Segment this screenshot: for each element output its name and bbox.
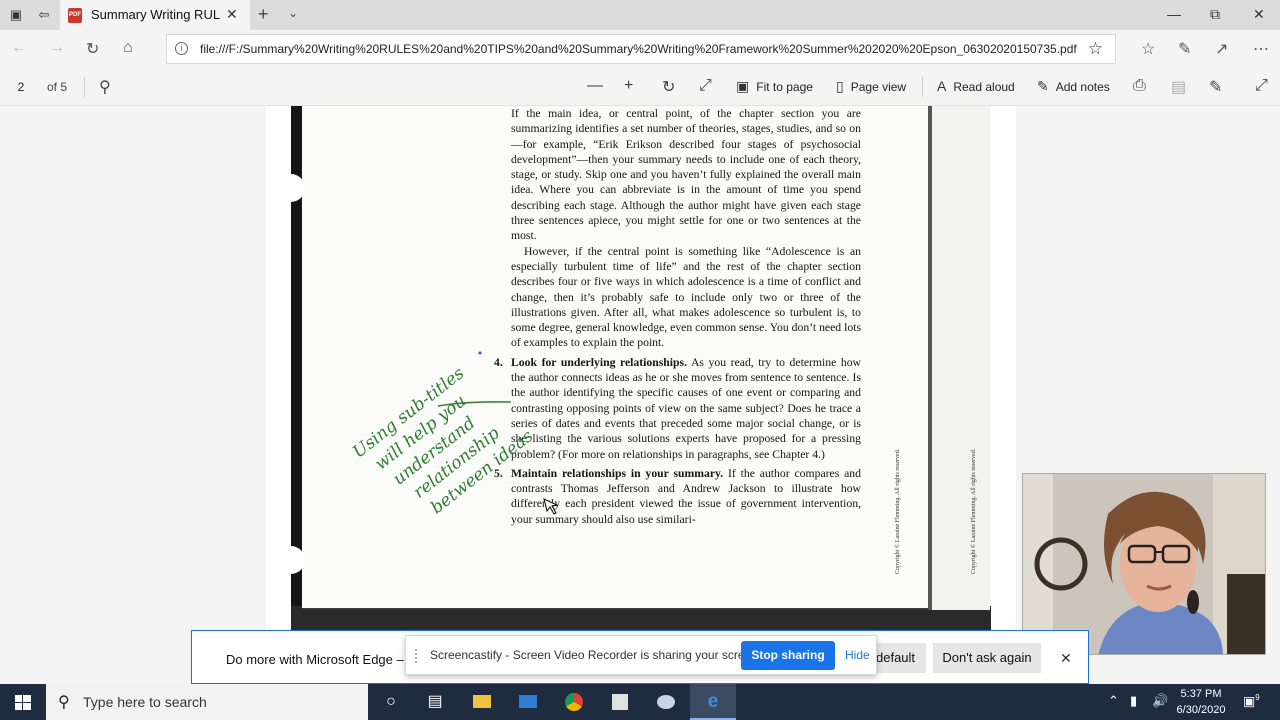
address-bar[interactable]: i file:///F:/Summary%20Writing%20RULES%2… xyxy=(166,34,1116,64)
restore-icon[interactable]: ⧉ xyxy=(1210,6,1220,23)
favorite-star-icon[interactable]: ☆ xyxy=(1088,39,1103,59)
zoom-out-icon[interactable]: — xyxy=(587,77,603,95)
more-menu-icon[interactable]: ⋯ xyxy=(1253,39,1269,59)
pen-icon[interactable]: ✎ xyxy=(1178,39,1191,59)
store-icon[interactable] xyxy=(597,684,643,720)
hide-link[interactable]: Hide xyxy=(845,648,870,662)
site-info-icon[interactable]: i xyxy=(175,42,188,55)
save-as-icon[interactable]: ✎ xyxy=(1209,77,1222,97)
show-hidden-icons-chevron-icon[interactable]: ⌃ xyxy=(1108,693,1119,709)
zoom-in-icon[interactable]: + xyxy=(624,77,633,95)
page-view-button[interactable]: ▯ Page view xyxy=(836,78,906,95)
edge-bar-message: Do more with Microsoft Edge – xyxy=(226,652,404,667)
pdf-page: If the main idea, or central point, of t… xyxy=(266,106,1016,630)
handwritten-annotation: Using sub-titles will help you understan… xyxy=(349,351,559,518)
fit-to-page-button[interactable]: ▣ Fit to page xyxy=(736,78,813,95)
page-number-input[interactable]: 2 xyxy=(8,76,34,98)
minimize-icon[interactable]: — xyxy=(1167,6,1181,22)
tab-summary-writing[interactable]: PDF Summary Writing RULES ✕ xyxy=(60,0,250,30)
windows-taskbar: ⚲ Type here to search ○ ▤ e ⌃ ▮ 🔊 5:37 P… xyxy=(0,684,1280,720)
favorites-icon[interactable]: ☆ xyxy=(1141,39,1155,59)
edge-icon[interactable]: e xyxy=(690,684,736,720)
read-aloud-icon: A xyxy=(937,78,947,94)
navigation-bar: ← → ↻ ⌂ i file:///F:/Summary%20Writing%2… xyxy=(0,30,1280,68)
expand-icon[interactable]: ⤢ xyxy=(1255,77,1268,95)
close-icon[interactable]: ✕ xyxy=(1060,650,1072,667)
volume-icon[interactable]: 🔊 xyxy=(1152,693,1168,709)
pdf-toolbar: 2 of 5 ⚲ — + ↻ ⤢ ▣ Fit to page ▯ Page view… xyxy=(0,68,1280,106)
set-tabs-aside-icon[interactable]: ⇦ xyxy=(36,7,52,23)
print-icon[interactable]: ⎙ xyxy=(1133,77,1146,95)
ink-dot xyxy=(478,351,482,355)
page-count: of 5 xyxy=(47,80,68,94)
tab-list-chevron-icon[interactable]: ⌄ xyxy=(288,6,298,20)
fit-page-icon: ▣ xyxy=(736,78,750,94)
pen-icon: ✎ xyxy=(1037,78,1049,94)
clock-time: 5:37 PM xyxy=(1180,688,1222,700)
clock-date: 6/30/2020 xyxy=(1176,704,1226,716)
dont-ask-again-button[interactable]: Don't ask again xyxy=(933,643,1041,673)
search-placeholder: Type here to search xyxy=(83,694,207,710)
app-icon[interactable] xyxy=(643,684,689,720)
back-arrow-icon[interactable]: ← xyxy=(11,39,27,57)
forward-arrow-icon[interactable]: → xyxy=(49,39,65,57)
toolbar-divider xyxy=(84,77,85,97)
webcam-overlay xyxy=(1022,473,1266,655)
mail-icon[interactable] xyxy=(505,684,551,720)
screencastify-sharing-bar: Screencastify - Screen Video Recorder is… xyxy=(405,635,877,675)
close-window-icon[interactable]: ✕ xyxy=(1253,6,1265,23)
taskbar-search-box[interactable]: ⚲ Type here to search xyxy=(46,684,368,720)
pdf-file-icon: PDF xyxy=(68,8,82,23)
notifications-icon[interactable]: ▣9 xyxy=(1243,693,1260,709)
title-bar: ▣ ⇦ PDF Summary Writing RULES ✕ + ⌄ — ⧉ … xyxy=(0,0,1280,30)
home-icon[interactable]: ⌂ xyxy=(123,39,133,57)
start-button[interactable] xyxy=(0,684,46,720)
file-explorer-icon[interactable] xyxy=(459,684,505,720)
webcam-presenter xyxy=(1023,474,1265,654)
sharing-message: Screencastify - Screen Video Recorder is… xyxy=(430,648,762,662)
rotate-icon[interactable]: ↻ xyxy=(662,77,675,97)
set-default-button[interactable]: default xyxy=(876,643,926,673)
address-text[interactable]: file:///F:/Summary%20Writing%20RULES%20a… xyxy=(200,42,1080,56)
refresh-icon[interactable]: ↻ xyxy=(86,39,99,59)
notification-count: 9 xyxy=(1255,693,1260,702)
cortana-icon[interactable]: ○ xyxy=(368,684,414,720)
fullscreen-icon[interactable]: ⤢ xyxy=(699,77,712,95)
search-icon: ⚲ xyxy=(58,694,70,711)
task-view-icon[interactable]: ▤ xyxy=(412,684,458,720)
chrome-icon[interactable] xyxy=(551,684,597,720)
mouse-cursor-icon xyxy=(543,498,559,515)
drag-handle-icon[interactable] xyxy=(415,649,421,663)
toolbar-divider xyxy=(922,77,923,97)
new-tab-icon[interactable]: + xyxy=(258,4,269,25)
add-notes-button[interactable]: ✎ Add notes xyxy=(1037,78,1110,95)
close-tab-icon[interactable]: ✕ xyxy=(226,6,238,23)
windows-logo-icon xyxy=(15,695,31,710)
page-view-icon: ▯ xyxy=(836,78,844,94)
search-icon[interactable]: ⚲ xyxy=(99,77,111,97)
battery-icon[interactable]: ▮ xyxy=(1130,693,1137,709)
tab-title: Summary Writing RULES xyxy=(91,7,221,22)
read-aloud-button[interactable]: A Read aloud xyxy=(937,78,1015,94)
share-icon[interactable]: ↗ xyxy=(1215,39,1228,59)
system-clock[interactable]: 5:37 PM 6/30/2020 xyxy=(1171,686,1231,718)
stop-sharing-button[interactable]: Stop sharing xyxy=(741,641,835,670)
tab-actions-icon[interactable]: ▣ xyxy=(8,7,24,23)
save-icon[interactable]: ▤ xyxy=(1171,77,1186,97)
